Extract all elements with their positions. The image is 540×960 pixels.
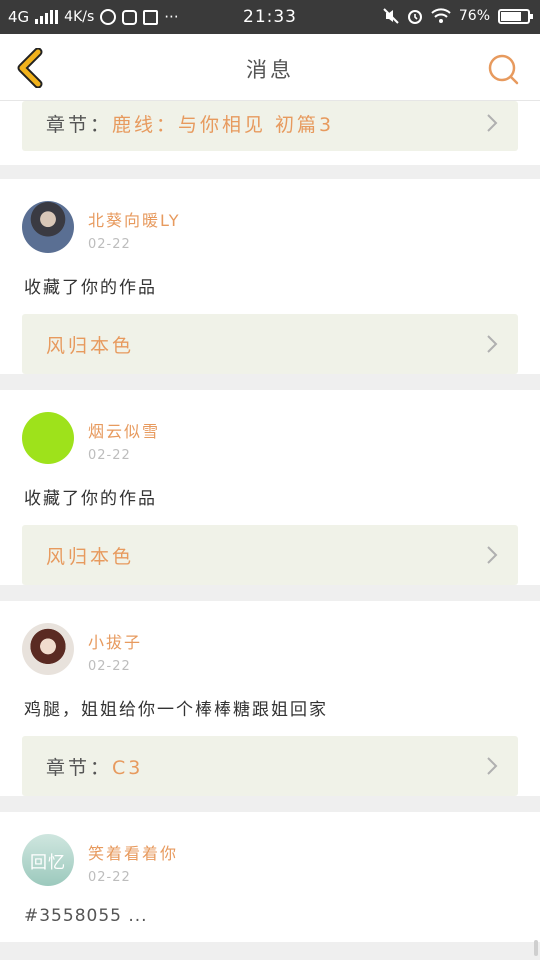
- link-prefix: 章节：: [46, 756, 113, 779]
- message-date: 02-22: [88, 237, 131, 252]
- message-user: 小拔子 02-22: [22, 601, 518, 679]
- message-text: 鸡腿，姐姐给你一个棒棒糖跟姐回家: [24, 700, 328, 720]
- message-card: 回忆 笑着看着你 02-22 #3558055 ...: [0, 812, 540, 942]
- page-title: 消息: [246, 58, 294, 82]
- chevron-right-icon: [487, 114, 498, 132]
- link-title: 风归本色: [46, 545, 135, 568]
- chevron-right-icon: [487, 335, 498, 353]
- username[interactable]: 笑着看着你: [88, 840, 178, 864]
- battery-fill: [501, 11, 521, 21]
- status-bar: 4G 4K/s ··· 21:33 76%: [0, 0, 540, 34]
- username[interactable]: 北葵向暖LY: [88, 207, 181, 231]
- work-link[interactable]: 风归本色: [22, 314, 518, 374]
- message-text: 收藏了你的作品: [24, 278, 157, 298]
- link-title: C3: [112, 756, 144, 779]
- chapter-link[interactable]: 章节：C3: [22, 736, 518, 796]
- message-list[interactable]: 章节：鹿线：与你相见 初篇3 北葵向暖LY 02-22 收藏了你的作品 风归本色…: [0, 101, 540, 956]
- user-avatar[interactable]: [22, 412, 74, 464]
- wifi-icon: [431, 8, 451, 23]
- app-header: 消息: [0, 34, 540, 101]
- chevron-right-icon: [487, 546, 498, 564]
- avatar-text: 回忆: [30, 852, 66, 873]
- status-right: 76%: [383, 8, 533, 24]
- chapter-link[interactable]: 章节：鹿线：与你相见 初篇3: [22, 101, 518, 151]
- message-user: 烟云似雪 02-22: [22, 390, 518, 468]
- message-card: 北葵向暖LY 02-22 收藏了你的作品 风归本色: [0, 179, 540, 374]
- message-date: 02-22: [88, 870, 131, 885]
- message-date: 02-22: [88, 659, 131, 674]
- user-avatar[interactable]: [22, 623, 74, 675]
- username[interactable]: 烟云似雪: [88, 418, 160, 442]
- mute-icon: [383, 8, 399, 24]
- chevron-right-icon: [487, 757, 498, 775]
- user-avatar[interactable]: 回忆: [22, 834, 74, 886]
- message-card: 烟云似雪 02-22 收藏了你的作品 风归本色: [0, 390, 540, 585]
- battery-icon: [498, 8, 533, 24]
- link-title: 鹿线：与你相见 初篇3: [112, 113, 335, 136]
- message-date: 02-22: [88, 448, 131, 463]
- message-user: 回忆 笑着看着你 02-22: [22, 812, 518, 890]
- user-avatar[interactable]: [22, 201, 74, 253]
- message-card: 小拔子 02-22 鸡腿，姐姐给你一个棒棒糖跟姐回家 章节：C3: [0, 601, 540, 796]
- alarm-icon: [407, 10, 422, 24]
- message-user: 北葵向暖LY 02-22: [22, 179, 518, 257]
- battery-percent: 76%: [458, 8, 490, 24]
- search-icon[interactable]: [486, 52, 520, 86]
- message-text: #3558055 ...: [24, 906, 148, 926]
- work-link[interactable]: 风归本色: [22, 525, 518, 585]
- link-title: 风归本色: [46, 334, 135, 357]
- scrollbar[interactable]: [534, 940, 538, 956]
- message-text: 收藏了你的作品: [24, 489, 157, 509]
- username[interactable]: 小拔子: [88, 629, 142, 653]
- link-prefix: 章节：: [46, 113, 113, 136]
- message-card: 章节：鹿线：与你相见 初篇3: [0, 101, 540, 165]
